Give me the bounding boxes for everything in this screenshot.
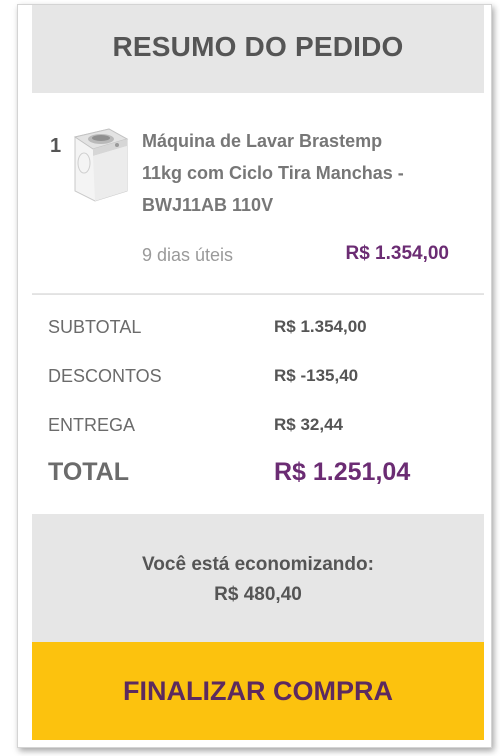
item-price: R$ 1.354,00 [345,243,449,264]
order-summary-frame: RESUMO DO PEDIDO 1 Máquina de Lavar Bras… [17,4,492,748]
order-summary-title: RESUMO DO PEDIDO [112,31,404,62]
cart-item: 1 Máquina de Lavar Brastemp 11kg com Cic… [32,93,484,293]
savings-box: Você está economizando: R$ 480,40 [32,514,484,634]
total-label: TOTAL [48,458,130,486]
total-value: R$ 1.251,04 [274,458,411,486]
subtotal-label: SUBTOTAL [48,317,142,337]
washing-machine-icon[interactable] [69,121,133,203]
discount-label: DESCONTOS [48,366,162,386]
product-name-line: Máquina de Lavar Brastemp [142,131,383,151]
delivery-label: ENTREGA [48,415,136,435]
delivery-time: 9 dias úteis [142,245,234,265]
savings-label: Você está economizando: [142,554,374,575]
product-name-line: BWJ11AB 110V [142,195,274,215]
checkout-button[interactable]: FINALIZAR COMPRA [32,642,484,740]
delivery-value: R$ 32,44 [274,415,343,434]
product-name[interactable]: Máquina de Lavar Brastemp 11kg com Ciclo… [142,125,472,221]
price-summary: SUBTOTAL R$ 1.354,00 DESCONTOS R$ -135,4… [32,294,484,514]
order-summary-panel: RESUMO DO PEDIDO 1 Máquina de Lavar Bras… [32,5,484,740]
subtotal-value: R$ 1.354,00 [274,317,367,336]
product-name-line: 11kg com Ciclo Tira Manchas - [142,163,404,183]
discount-value: R$ -135,40 [274,366,359,385]
savings-amount: R$ 480,40 [214,584,302,605]
item-quantity: 1 [50,135,62,157]
